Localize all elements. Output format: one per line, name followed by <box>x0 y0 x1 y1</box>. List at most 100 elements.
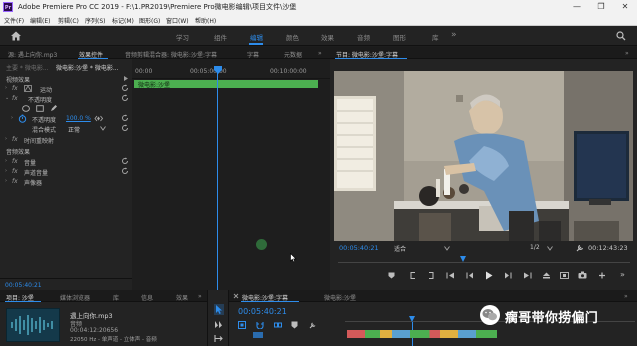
opacity-property-row[interactable]: › 不透明度 100.0 % <box>0 114 132 124</box>
go-to-out-icon[interactable] <box>523 272 532 279</box>
close-button[interactable]: ✕ <box>613 0 637 14</box>
resolution-dropdown[interactable]: 1/2 <box>530 244 540 251</box>
program-scrubber[interactable] <box>338 255 630 263</box>
stopwatch-icon[interactable] <box>18 114 27 123</box>
workspace-tab-learn[interactable]: 学习 <box>176 32 189 42</box>
tab-info[interactable]: 信息 <box>141 293 153 302</box>
wrench-icon[interactable] <box>309 321 317 329</box>
snap-icon[interactable] <box>256 321 264 329</box>
reset-icon[interactable] <box>121 124 129 132</box>
track-select-tool-icon[interactable] <box>214 320 224 329</box>
track-v1-target[interactable] <box>253 332 263 338</box>
master-clip-label[interactable]: 主要 * 微电影... <box>6 63 49 72</box>
effect-time-remap-row[interactable]: › fx 时间重映射 <box>0 135 132 145</box>
step-back-icon[interactable] <box>466 272 475 279</box>
menu-edit[interactable]: 编辑(E) <box>30 16 50 25</box>
fx-badge-icon[interactable]: fx <box>12 136 18 143</box>
pen-mask-icon[interactable] <box>50 104 58 112</box>
extract-icon[interactable] <box>560 272 569 279</box>
effect-clip-bar[interactable]: 微电影:沙堡 <box>134 80 318 89</box>
search-icon[interactable] <box>616 31 626 41</box>
fx-badge-icon[interactable]: fx <box>12 85 18 92</box>
reset-icon[interactable] <box>121 114 129 122</box>
camera-icon[interactable] <box>578 271 587 279</box>
minimize-button[interactable]: — <box>565 0 589 14</box>
effect-channel-volume-row[interactable]: › fx 声道音量 <box>0 167 132 177</box>
effect-panner-row[interactable]: › fx 声像器 <box>0 177 132 187</box>
collapse-arrow-icon[interactable]: ⌄ <box>5 95 9 101</box>
menu-marker[interactable]: 标记(M) <box>112 16 134 25</box>
step-forward-icon[interactable] <box>503 272 512 279</box>
mark-in-icon[interactable] <box>410 272 416 279</box>
expand-arrow-icon[interactable]: › <box>5 178 7 184</box>
workspace-tab-libraries[interactable]: 库 <box>432 32 439 42</box>
mark-out-icon[interactable] <box>428 272 434 279</box>
workspace-tab-color[interactable]: 颜色 <box>286 32 299 42</box>
blend-mode-dropdown[interactable]: 正常 <box>68 125 80 134</box>
ripple-edit-tool-icon[interactable] <box>214 334 224 343</box>
workspace-tab-effects[interactable]: 效果 <box>321 32 334 42</box>
reset-icon[interactable] <box>121 84 129 92</box>
fit-dropdown[interactable]: 适合 <box>394 244 406 253</box>
chevron-down-icon[interactable] <box>100 126 106 131</box>
menu-help[interactable]: 帮助(H) <box>195 16 216 25</box>
keyframe-nav-icon[interactable] <box>94 115 103 122</box>
playhead-marker-icon[interactable] <box>214 66 222 74</box>
play-icon[interactable] <box>485 271 493 280</box>
reset-icon[interactable] <box>121 157 129 165</box>
tab-effects[interactable]: 效果 <box>176 293 188 302</box>
tab-media-browser[interactable]: 媒体浏览器 <box>60 293 90 302</box>
expand-arrow-icon[interactable]: › <box>5 136 7 142</box>
fx-badge-icon[interactable]: fx <box>12 158 18 165</box>
expand-arrow-icon[interactable]: › <box>5 85 7 91</box>
program-timecode[interactable]: 00:05:40:21 <box>339 244 379 252</box>
maximize-button[interactable]: ❐ <box>589 0 613 14</box>
timeline-clips[interactable] <box>347 330 497 338</box>
timeline-panel-more-icon[interactable]: » <box>624 293 628 300</box>
tab-captions[interactable]: 字幕 <box>247 50 259 59</box>
timeline-timecode[interactable]: 00:05:40:21 <box>238 307 287 316</box>
workspace-tab-editing[interactable]: 编辑 <box>250 32 263 42</box>
effect-volume-row[interactable]: › fx 音量 <box>0 157 132 167</box>
tab-audio-clip-mixer[interactable]: 音频剪辑混合器: 微电影:沙堡:字幕 <box>125 50 217 59</box>
playhead-marker-icon[interactable] <box>460 256 466 262</box>
scroll-arrow-icon[interactable] <box>123 75 129 82</box>
tab-source[interactable]: 源: 遇上向你.mp3 <box>8 50 57 59</box>
project-panel-more-icon[interactable]: » <box>198 293 202 300</box>
selection-tool-icon[interactable] <box>214 304 224 315</box>
expand-arrow-icon[interactable]: › <box>5 158 7 164</box>
effect-time-ruler[interactable]: 00:00 00:05:00:00 00:10:00:00 <box>132 59 330 79</box>
tab-libraries[interactable]: 库 <box>113 293 119 302</box>
close-icon[interactable] <box>233 293 239 299</box>
workspace-tab-audio[interactable]: 音频 <box>357 32 370 42</box>
home-icon[interactable] <box>10 30 22 42</box>
go-to-in-icon[interactable] <box>446 272 455 279</box>
add-marker-icon[interactable] <box>388 272 395 279</box>
program-panel-more-icon[interactable]: » <box>625 50 629 57</box>
menu-file[interactable]: 文件(F) <box>4 16 24 25</box>
fx-badge-icon[interactable]: fx <box>12 95 18 102</box>
effect-panel-more-icon[interactable]: » <box>318 50 322 57</box>
effect-motion-row[interactable]: › fx 运动 <box>0 84 132 94</box>
workspace-tab-assembly[interactable]: 组件 <box>214 32 227 42</box>
sequence-clip-label[interactable]: 微电影:沙堡 * 微电影... <box>56 63 119 72</box>
tab-metadata[interactable]: 元数据 <box>284 50 302 59</box>
menu-clip[interactable]: 剪辑(C) <box>58 16 79 25</box>
effect-timecode[interactable]: 00:05:40:21 <box>5 282 42 289</box>
wrench-icon[interactable] <box>576 243 585 252</box>
menu-window[interactable]: 窗口(W) <box>166 16 189 25</box>
clip-selector-row[interactable]: 主要 * 微电影... 微电影:沙堡 * 微电影... <box>0 62 132 72</box>
button-editor-icon[interactable] <box>598 272 606 279</box>
expand-arrow-icon[interactable]: › <box>11 115 13 121</box>
lift-icon[interactable] <box>542 272 551 279</box>
reset-icon[interactable] <box>121 167 129 175</box>
chevron-down-icon[interactable] <box>547 246 553 251</box>
add-marker-icon[interactable] <box>291 321 298 329</box>
linked-selection-icon[interactable] <box>274 321 282 329</box>
fx-badge-icon[interactable]: fx <box>12 178 18 185</box>
reset-icon[interactable] <box>121 94 129 102</box>
audio-thumbnail[interactable] <box>6 308 60 342</box>
more-controls-icon[interactable]: » <box>620 270 625 279</box>
workspace-more-icon[interactable]: » <box>451 30 457 40</box>
expand-arrow-icon[interactable]: › <box>5 168 7 174</box>
